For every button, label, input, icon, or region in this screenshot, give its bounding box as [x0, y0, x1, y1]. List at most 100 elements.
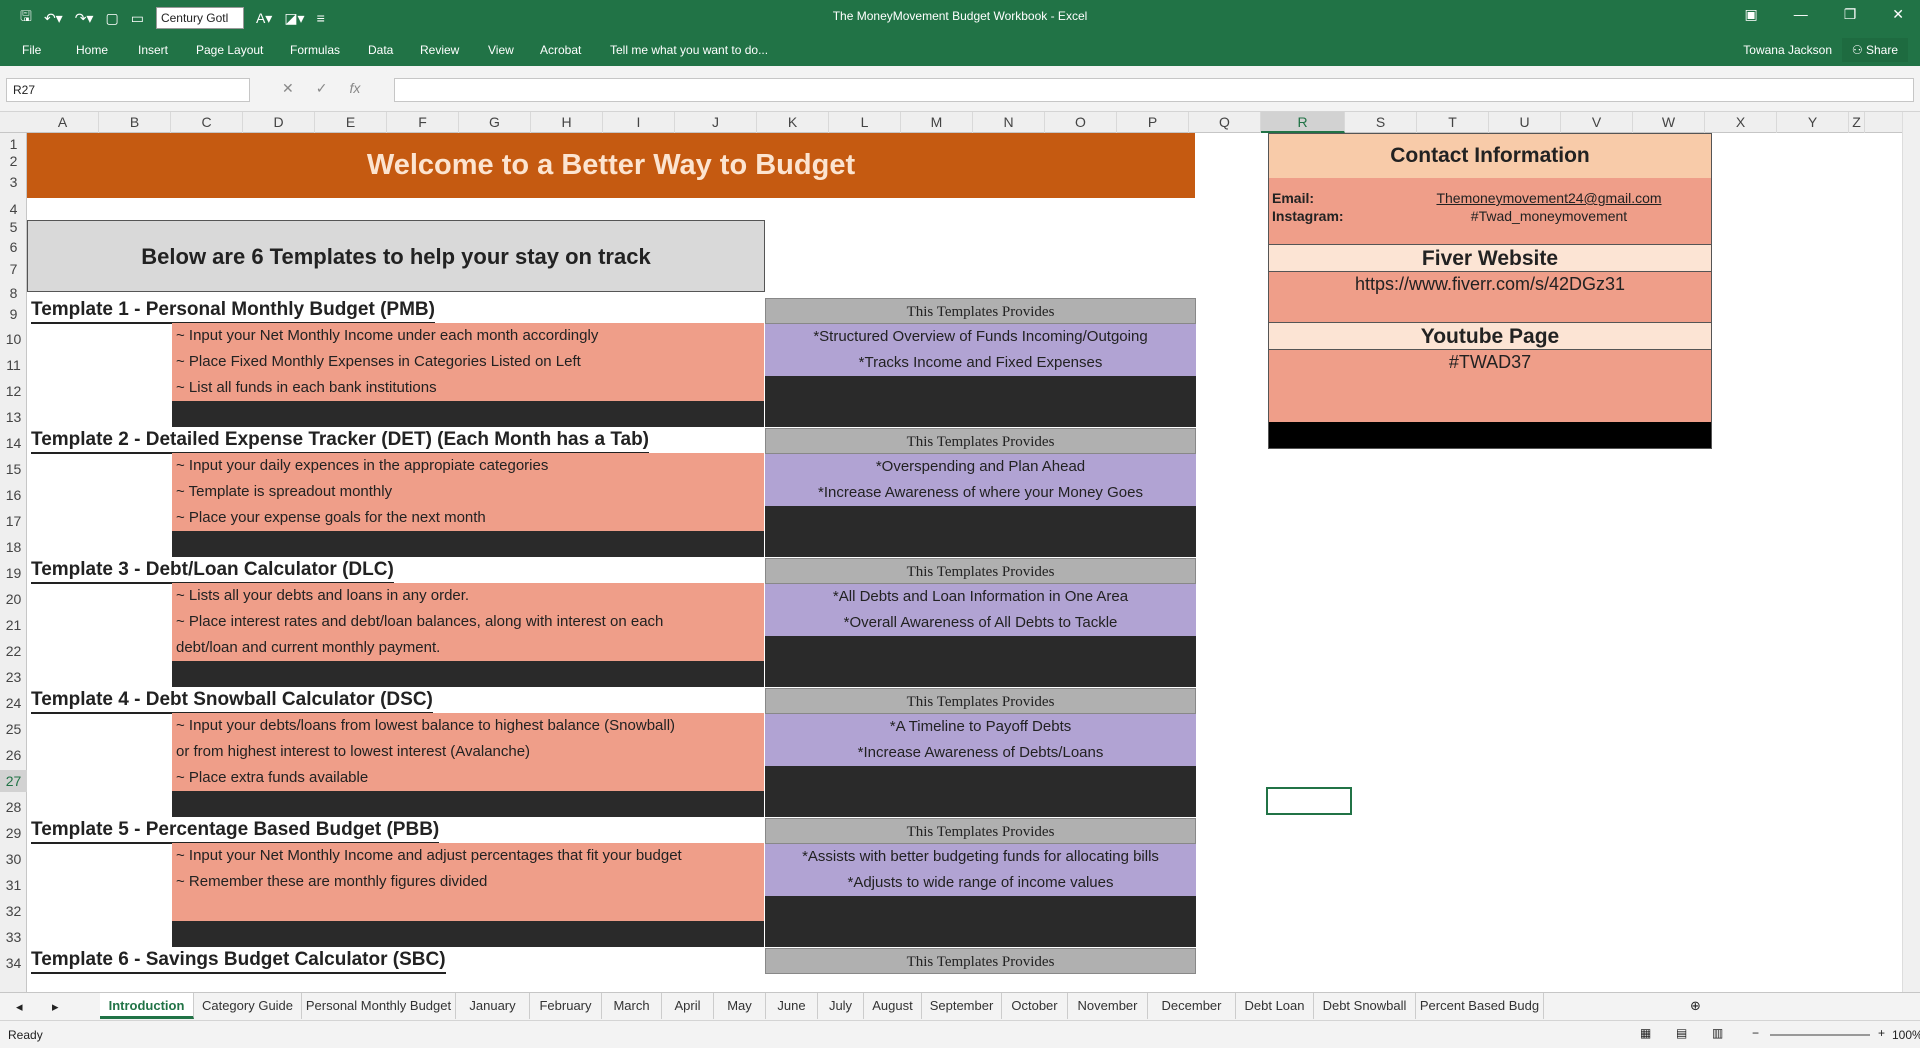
row-header-29[interactable]: 29	[0, 822, 27, 844]
zoom-slider[interactable]	[1770, 1034, 1870, 1036]
row-header-25[interactable]: 25	[0, 718, 27, 740]
row-header-32[interactable]: 32	[0, 900, 27, 922]
row-header-18[interactable]: 18	[0, 536, 27, 558]
row-header-28[interactable]: 28	[0, 796, 27, 818]
row-header-15[interactable]: 15	[0, 458, 27, 480]
column-header-m[interactable]: M	[901, 112, 973, 133]
row-header-17[interactable]: 17	[0, 510, 27, 532]
sheet-tab-may[interactable]: May	[714, 993, 766, 1019]
column-header-r[interactable]: R	[1261, 112, 1345, 133]
row-header-7[interactable]: 7	[0, 258, 27, 280]
normal-view-icon[interactable]: ▦	[1640, 1026, 1651, 1040]
enter-icon[interactable]: ✓	[316, 80, 328, 97]
column-header-n[interactable]: N	[973, 112, 1045, 133]
column-header-o[interactable]: O	[1045, 112, 1117, 133]
column-header-k[interactable]: K	[757, 112, 829, 133]
menu-formulas[interactable]: Formulas	[290, 43, 340, 57]
row-header-5[interactable]: 5	[0, 216, 27, 238]
sheet-tab-february[interactable]: February	[530, 993, 602, 1019]
column-header-b[interactable]: B	[99, 112, 171, 133]
sheet-tab-march[interactable]: March	[602, 993, 662, 1019]
sheet-tab-category-guide[interactable]: Category Guide	[194, 993, 302, 1019]
row-header-27[interactable]: 27	[0, 770, 27, 792]
share-button[interactable]: ⚇ Share	[1841, 38, 1908, 62]
close-icon[interactable]: ✕	[1892, 6, 1904, 23]
row-header-33[interactable]: 33	[0, 926, 27, 948]
column-header-s[interactable]: S	[1345, 112, 1417, 133]
row-header-12[interactable]: 12	[0, 380, 27, 402]
minimize-icon[interactable]: —	[1794, 6, 1808, 23]
insert-function-icon[interactable]: fx	[349, 80, 360, 97]
restore-icon[interactable]: ❐	[1844, 6, 1857, 23]
page-break-view-icon[interactable]: ▥	[1712, 1026, 1723, 1040]
page-layout-view-icon[interactable]: ▤	[1676, 1026, 1687, 1040]
row-header-26[interactable]: 26	[0, 744, 27, 766]
column-header-g[interactable]: G	[459, 112, 531, 133]
column-header-q[interactable]: Q	[1189, 112, 1261, 133]
sheet-tab-percent-based-budg[interactable]: Percent Based Budg	[1416, 993, 1544, 1019]
zoom-out-icon[interactable]: −	[1752, 1026, 1759, 1040]
menu-home[interactable]: Home	[76, 43, 108, 57]
column-header-u[interactable]: U	[1489, 112, 1561, 133]
sheet-tab-personal-monthly-budget[interactable]: Personal Monthly Budget	[302, 993, 456, 1019]
row-header-3[interactable]: 3	[0, 171, 27, 193]
sheet-tab-july[interactable]: July	[818, 993, 864, 1019]
sheet-tab-debt-snowball[interactable]: Debt Snowball	[1314, 993, 1416, 1019]
row-header-2[interactable]: 2	[0, 150, 27, 172]
sheet-tab-november[interactable]: November	[1068, 993, 1148, 1019]
column-header-w[interactable]: W	[1633, 112, 1705, 133]
sheet-tab-january[interactable]: January	[456, 993, 530, 1019]
selected-cell[interactable]	[1266, 787, 1352, 815]
row-header-31[interactable]: 31	[0, 874, 27, 896]
name-box[interactable]: R27	[6, 78, 250, 102]
menu-data[interactable]: Data	[368, 43, 393, 57]
column-header-t[interactable]: T	[1417, 112, 1489, 133]
email-link[interactable]: Themoneymovement24@gmail.com	[1389, 190, 1709, 206]
column-header-a[interactable]: A	[27, 112, 99, 133]
sheet-tab-april[interactable]: April	[662, 993, 714, 1019]
ribbon-display-icon[interactable]: ▣	[1744, 6, 1757, 23]
column-header-i[interactable]: I	[603, 112, 675, 133]
row-header-30[interactable]: 30	[0, 848, 27, 870]
scroll-tabs-right-icon[interactable]: ▸	[52, 999, 59, 1015]
sheet-tab-october[interactable]: October	[1002, 993, 1068, 1019]
row-header-23[interactable]: 23	[0, 666, 27, 688]
new-sheet-icon[interactable]: ⊕	[1690, 998, 1701, 1014]
row-header-11[interactable]: 11	[0, 354, 27, 376]
menu-file[interactable]: File	[22, 43, 41, 57]
cancel-icon[interactable]: ✕	[282, 80, 294, 97]
row-header-16[interactable]: 16	[0, 484, 27, 506]
row-header-22[interactable]: 22	[0, 640, 27, 662]
row-header-24[interactable]: 24	[0, 692, 27, 714]
column-header-h[interactable]: H	[531, 112, 603, 133]
user-name[interactable]: Towana Jackson	[1743, 43, 1832, 57]
sheet-tab-introduction[interactable]: Introduction	[100, 993, 194, 1019]
row-header-34[interactable]: 34	[0, 952, 27, 974]
sheet-tab-december[interactable]: December	[1148, 993, 1236, 1019]
formula-input[interactable]	[394, 78, 1914, 102]
row-header-8[interactable]: 8	[0, 282, 27, 304]
menu-insert[interactable]: Insert	[138, 43, 168, 57]
menu-acrobat[interactable]: Acrobat	[540, 43, 581, 57]
row-header-6[interactable]: 6	[0, 236, 27, 258]
row-header-20[interactable]: 20	[0, 588, 27, 610]
column-header-l[interactable]: L	[829, 112, 901, 133]
row-header-13[interactable]: 13	[0, 406, 27, 428]
column-header-f[interactable]: F	[387, 112, 459, 133]
row-header-9[interactable]: 9	[0, 303, 27, 325]
column-header-x[interactable]: X	[1705, 112, 1777, 133]
row-header-21[interactable]: 21	[0, 614, 27, 636]
column-header-p[interactable]: P	[1117, 112, 1189, 133]
row-header-19[interactable]: 19	[0, 562, 27, 584]
menu-page-layout[interactable]: Page Layout	[196, 43, 263, 57]
fiverr-url[interactable]: https://www.fiverr.com/s/42DGz31	[1269, 274, 1711, 295]
column-header-d[interactable]: D	[243, 112, 315, 133]
zoom-level[interactable]: 100%	[1892, 1028, 1920, 1042]
sheet-tab-june[interactable]: June	[766, 993, 818, 1019]
sheet-tab-september[interactable]: September	[922, 993, 1002, 1019]
vertical-scrollbar[interactable]	[1902, 112, 1920, 992]
row-header-14[interactable]: 14	[0, 432, 27, 454]
menu-tell-me-what-you-want-to-do[interactable]: Tell me what you want to do...	[610, 43, 768, 57]
row-header-10[interactable]: 10	[0, 328, 27, 350]
column-header-z[interactable]: Z	[1849, 112, 1865, 133]
